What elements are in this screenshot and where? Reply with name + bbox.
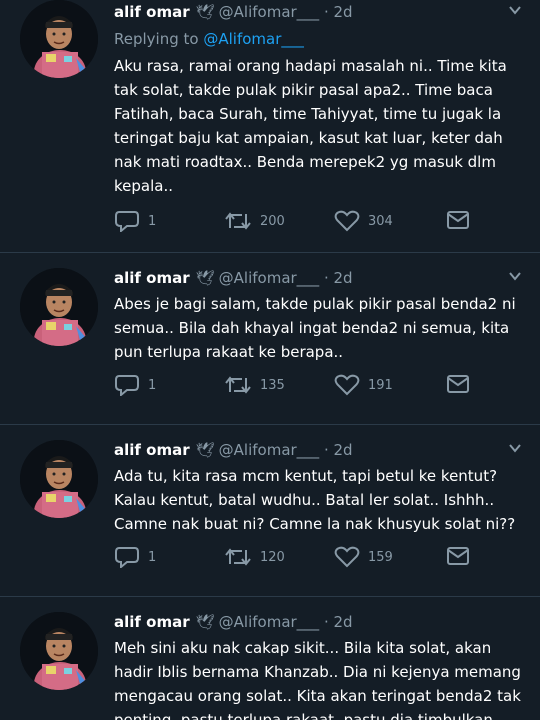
- display-name[interactable]: alif omar: [114, 269, 190, 287]
- tweet-text: Meh sini aku nak cakap sikit... Bila kit…: [114, 639, 521, 720]
- avatar[interactable]: [20, 612, 98, 690]
- user-handle[interactable]: @Alifomar___: [219, 269, 320, 287]
- retweet-count: 135: [260, 377, 285, 393]
- user-handle[interactable]: @Alifomar___: [219, 3, 320, 21]
- like-count: 304: [368, 213, 393, 229]
- chevron-down-icon[interactable]: [508, 440, 522, 460]
- replying-to-link[interactable]: @Alifomar___: [203, 30, 304, 48]
- display-name[interactable]: alif omar: [114, 441, 190, 459]
- retweet-icon: [225, 376, 251, 394]
- envelope-icon: [447, 547, 469, 565]
- tweet[interactable]: alif omar 🕊 @Alifomar___ · 2d Replying to …: [0, 0, 540, 254]
- tweet-header: alif omar 🕊 @Alifomar___ · 2d: [114, 2, 530, 26]
- like-button[interactable]: 304: [334, 210, 393, 232]
- tweet-text: Ada tu, kita rasa mcm kentut, tapi betul…: [114, 467, 516, 533]
- retweet-count: 120: [260, 549, 285, 565]
- tweet[interactable]: alif omar 🕊 @Alifomar___ · 2d Abes je bagi…: [0, 266, 540, 425]
- tweet-header: alif omar 🕊 @Alifomar___ · 2d: [114, 612, 530, 636]
- tweet-actions: 1 135 191: [114, 374, 530, 400]
- like-count: 191: [368, 377, 393, 393]
- divider: [0, 596, 540, 597]
- retweet-icon: [225, 212, 251, 230]
- replying-to: Replying to @Alifomar___: [114, 28, 530, 50]
- tweet[interactable]: alif omar 🕊 @Alifomar___ · 2d Meh sini aku…: [0, 610, 540, 720]
- tweet-actions: 1 200 304: [114, 210, 530, 236]
- avatar[interactable]: [20, 0, 98, 78]
- reply-icon: [115, 211, 139, 232]
- envelope-icon: [447, 211, 469, 229]
- separator-dot: ·: [319, 3, 334, 21]
- retweet-icon: [225, 548, 251, 566]
- tweet-header: alif omar 🕊 @Alifomar___ · 2d: [114, 440, 530, 464]
- direct-message-button[interactable]: [446, 374, 470, 394]
- user-handle[interactable]: @Alifomar___: [219, 613, 320, 631]
- separator-dot: ·: [319, 613, 334, 631]
- like-button[interactable]: 191: [334, 374, 393, 396]
- replying-to-label: Replying to: [114, 30, 199, 48]
- reply-icon: [115, 375, 139, 396]
- retweet-button[interactable]: 200: [224, 210, 285, 232]
- heart-icon: [334, 546, 360, 568]
- like-count: 159: [368, 549, 393, 565]
- dove-icon: 🕊: [195, 269, 215, 287]
- reply-button[interactable]: 1: [114, 546, 156, 568]
- retweet-button[interactable]: 135: [224, 374, 285, 396]
- tweet-text: Abes je bagi salam, takde pulak pikir pa…: [114, 295, 516, 361]
- divider: [0, 252, 540, 253]
- timestamp[interactable]: 2d: [334, 441, 353, 459]
- reply-count: 1: [148, 213, 157, 229]
- envelope-icon: [447, 375, 469, 393]
- reply-count: 1: [148, 549, 157, 565]
- heart-icon: [334, 374, 360, 396]
- reply-button[interactable]: 1: [114, 374, 156, 396]
- reply-icon: [115, 547, 139, 568]
- display-name[interactable]: alif omar: [114, 3, 190, 21]
- direct-message-button[interactable]: [446, 210, 470, 230]
- reply-count: 1: [148, 377, 157, 393]
- direct-message-button[interactable]: [446, 546, 470, 566]
- dove-icon: 🕊: [195, 613, 215, 631]
- dove-icon: 🕊: [195, 441, 215, 459]
- separator-dot: ·: [319, 269, 334, 287]
- retweet-button[interactable]: 120: [224, 546, 285, 568]
- avatar[interactable]: [20, 268, 98, 346]
- user-handle[interactable]: @Alifomar___: [219, 441, 320, 459]
- tweet-text: Aku rasa, ramai orang hadapi masalah ni.…: [114, 57, 507, 195]
- display-name[interactable]: alif omar: [114, 613, 190, 631]
- heart-icon: [334, 210, 360, 232]
- retweet-count: 200: [260, 213, 285, 229]
- tweet-header: alif omar 🕊 @Alifomar___ · 2d: [114, 268, 530, 292]
- divider: [0, 424, 540, 425]
- timestamp[interactable]: 2d: [334, 3, 353, 21]
- separator-dot: ·: [319, 441, 334, 459]
- tweet[interactable]: alif omar 🕊 @Alifomar___ · 2d Ada tu, kita…: [0, 438, 540, 597]
- timestamp[interactable]: 2d: [334, 613, 353, 631]
- timestamp[interactable]: 2d: [334, 269, 353, 287]
- like-button[interactable]: 159: [334, 546, 393, 568]
- dove-icon: 🕊: [195, 3, 215, 21]
- avatar[interactable]: [20, 440, 98, 518]
- reply-button[interactable]: 1: [114, 210, 156, 232]
- chevron-down-icon[interactable]: [508, 2, 522, 22]
- chevron-down-icon[interactable]: [508, 268, 522, 288]
- tweet-actions: 1 120 159: [114, 546, 530, 572]
